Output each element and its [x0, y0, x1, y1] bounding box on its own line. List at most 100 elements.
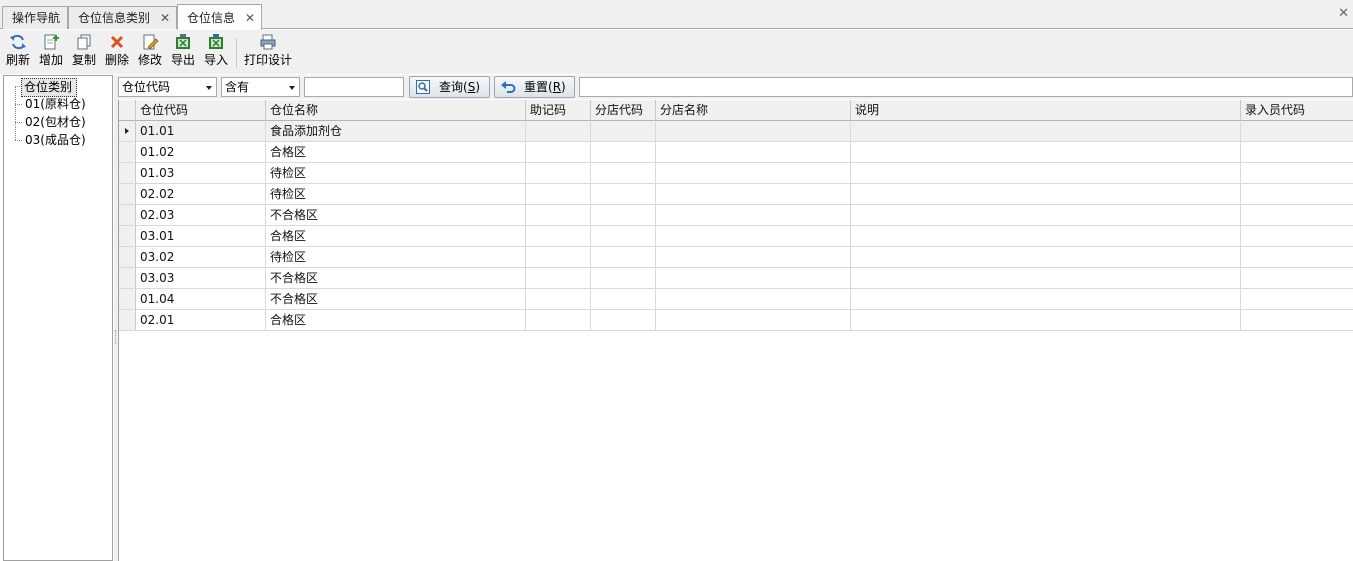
column-header[interactable]: 分店代码 [591, 100, 656, 121]
query-button[interactable]: 查询(S) [409, 76, 490, 98]
table-cell[interactable] [591, 184, 656, 204]
table-cell[interactable] [851, 184, 1241, 204]
table-cell[interactable] [591, 142, 656, 162]
tree-root-node[interactable]: 仓位类别 [21, 78, 78, 97]
table-cell[interactable] [656, 205, 851, 225]
table-cell[interactable]: 03.03 [136, 268, 266, 288]
table-cell[interactable] [526, 163, 591, 183]
table-cell[interactable]: 02.01 [136, 310, 266, 330]
table-cell[interactable] [1241, 247, 1353, 267]
table-cell[interactable] [591, 226, 656, 246]
row-indicator[interactable] [119, 121, 136, 141]
table-cell[interactable] [656, 247, 851, 267]
table-cell[interactable] [851, 163, 1241, 183]
row-indicator[interactable] [119, 184, 136, 204]
tree-node-finished-goods[interactable]: 03(成品仓) [25, 132, 86, 149]
tab-location-category[interactable]: 仓位信息类别 ✕ [68, 6, 177, 29]
table-cell[interactable] [526, 184, 591, 204]
table-cell[interactable] [591, 268, 656, 288]
tree-node-packaging[interactable]: 02(包材仓) [25, 114, 86, 131]
table-cell[interactable]: 食品添加剂仓 [266, 121, 526, 141]
table-cell[interactable] [526, 310, 591, 330]
reset-button[interactable]: 重置(R) [494, 76, 575, 98]
table-cell[interactable] [851, 205, 1241, 225]
tree-node-raw-material[interactable]: 01(原料仓) [25, 96, 86, 113]
search-input[interactable] [304, 77, 404, 97]
table-cell[interactable] [656, 142, 851, 162]
table-cell[interactable]: 02.03 [136, 205, 266, 225]
table-cell[interactable] [851, 142, 1241, 162]
table-cell[interactable] [851, 268, 1241, 288]
table-cell[interactable]: 待检区 [266, 247, 526, 267]
table-cell[interactable] [591, 205, 656, 225]
table-cell[interactable]: 01.01 [136, 121, 266, 141]
filter-text-box[interactable] [579, 77, 1353, 97]
refresh-button[interactable]: 刷新 [4, 34, 32, 72]
table-row[interactable]: 01.01 食品添加剂仓 [119, 121, 1353, 142]
search-operator-select[interactable]: 含有 [221, 77, 300, 97]
column-header[interactable]: 分店名称 [656, 100, 851, 121]
table-cell[interactable] [851, 226, 1241, 246]
table-row[interactable]: 01.02 合格区 [119, 142, 1353, 163]
table-cell[interactable] [591, 163, 656, 183]
table-cell[interactable]: 待检区 [266, 163, 526, 183]
table-cell[interactable] [1241, 226, 1353, 246]
table-row[interactable]: 03.01 合格区 [119, 226, 1353, 247]
table-cell[interactable] [1241, 121, 1353, 141]
tab-operation-nav[interactable]: 操作导航 [2, 6, 68, 29]
row-indicator[interactable] [119, 226, 136, 246]
row-indicator[interactable] [119, 310, 136, 330]
copy-button[interactable]: 复制 [70, 34, 98, 72]
search-field-select[interactable]: 仓位代码 [118, 77, 217, 97]
table-cell[interactable] [851, 247, 1241, 267]
table-cell[interactable] [656, 163, 851, 183]
table-cell[interactable] [656, 310, 851, 330]
table-row[interactable]: 01.04 不合格区 [119, 289, 1353, 310]
row-indicator[interactable] [119, 268, 136, 288]
row-indicator[interactable] [119, 205, 136, 225]
table-cell[interactable] [591, 247, 656, 267]
table-cell[interactable]: 合格区 [266, 142, 526, 162]
tab-location-info[interactable]: 仓位信息 ✕ [177, 4, 262, 30]
table-cell[interactable] [526, 268, 591, 288]
table-cell[interactable] [656, 226, 851, 246]
table-cell[interactable]: 02.02 [136, 184, 266, 204]
table-cell[interactable]: 01.02 [136, 142, 266, 162]
column-header[interactable]: 助记码 [526, 100, 591, 121]
table-cell[interactable]: 03.02 [136, 247, 266, 267]
export-button[interactable]: 导出 [169, 34, 197, 72]
delete-button[interactable]: 删除 [103, 34, 131, 72]
table-row[interactable]: 02.03 不合格区 [119, 205, 1353, 226]
table-cell[interactable] [591, 310, 656, 330]
print-design-button[interactable]: 打印设计 [242, 34, 294, 72]
row-indicator[interactable] [119, 289, 136, 309]
table-cell[interactable] [1241, 142, 1353, 162]
table-cell[interactable]: 不合格区 [266, 289, 526, 309]
table-cell[interactable] [656, 184, 851, 204]
table-cell[interactable]: 01.04 [136, 289, 266, 309]
table-cell[interactable] [851, 310, 1241, 330]
add-button[interactable]: 增加 [37, 34, 65, 72]
table-cell[interactable] [1241, 310, 1353, 330]
close-icon[interactable]: ✕ [245, 5, 255, 31]
table-cell[interactable]: 不合格区 [266, 268, 526, 288]
column-header[interactable]: 说明 [851, 100, 1241, 121]
table-cell[interactable] [851, 289, 1241, 309]
table-cell[interactable]: 待检区 [266, 184, 526, 204]
import-button[interactable]: 导入 [202, 34, 230, 72]
table-cell[interactable]: 03.01 [136, 226, 266, 246]
column-header[interactable]: 录入员代码 [1241, 100, 1353, 121]
table-row[interactable]: 03.03 不合格区 [119, 268, 1353, 289]
table-cell[interactable] [1241, 289, 1353, 309]
row-indicator[interactable] [119, 247, 136, 267]
table-cell[interactable] [526, 247, 591, 267]
table-cell[interactable]: 合格区 [266, 310, 526, 330]
table-cell[interactable] [656, 121, 851, 141]
column-header[interactable]: 仓位代码 [136, 100, 266, 121]
table-cell[interactable] [851, 121, 1241, 141]
table-cell[interactable] [1241, 184, 1353, 204]
table-cell[interactable] [1241, 268, 1353, 288]
table-cell[interactable]: 不合格区 [266, 205, 526, 225]
table-cell[interactable] [656, 268, 851, 288]
table-row[interactable]: 01.03 待检区 [119, 163, 1353, 184]
